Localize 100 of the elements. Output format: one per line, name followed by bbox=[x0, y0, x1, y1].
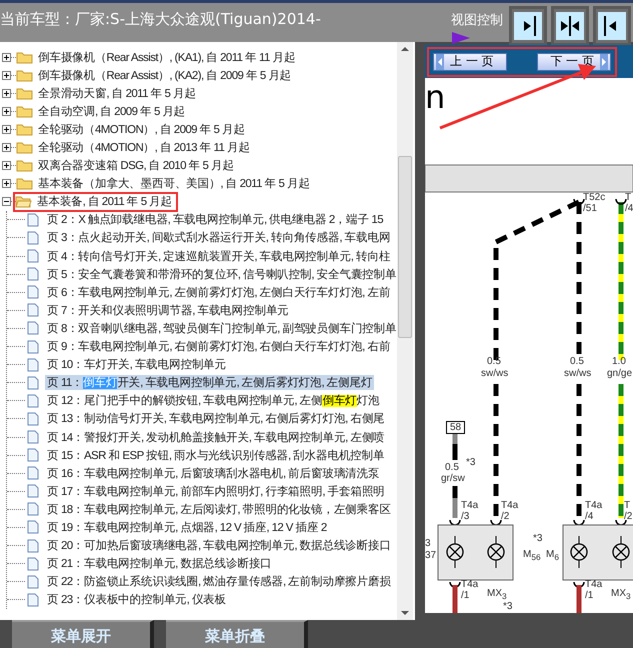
document-icon bbox=[27, 285, 39, 300]
diagram-label: sw/ws bbox=[564, 368, 592, 379]
diagram-label: T bbox=[624, 500, 630, 511]
connector-symbol bbox=[573, 198, 585, 205]
page-item[interactable]: 页 14：警报灯开关, 发动机舱盖接触开关, 车载电网控制单元, 左侧喷 bbox=[45, 430, 387, 445]
document-icon bbox=[27, 412, 39, 426]
diagram-label: T4a bbox=[585, 579, 602, 590]
connector-symbol bbox=[449, 582, 461, 588]
page-item[interactable]: 页 7：开关和仪表照明调节器, 车载电网控制单元 bbox=[45, 302, 291, 318]
diagram-label: T4a bbox=[461, 500, 478, 511]
diagram-label: /1 bbox=[461, 590, 470, 601]
page-item[interactable]: 页 22：防盗锁止系统识读线圈, 燃油存量传感器, 左前制动摩擦片磨损 bbox=[45, 574, 393, 590]
wire bbox=[576, 585, 582, 613]
expand-icon[interactable] bbox=[2, 143, 11, 152]
diagram-label: 1.0 bbox=[612, 356, 626, 367]
lamp-symbol bbox=[612, 536, 630, 568]
folder-label[interactable]: 基本装备（加拿大、墨西哥、美国）, 自 2011 年 5 月起 bbox=[38, 176, 310, 192]
expand-icon[interactable] bbox=[2, 161, 11, 170]
diagram-label: *3 bbox=[503, 601, 512, 612]
view-button[interactable] bbox=[551, 6, 589, 46]
open-folder-icon bbox=[15, 195, 32, 208]
folder-icon bbox=[16, 86, 33, 100]
expand-icon[interactable] bbox=[2, 70, 11, 80]
document-icon bbox=[27, 358, 39, 372]
expand-icon[interactable] bbox=[2, 52, 11, 62]
document-icon bbox=[27, 321, 39, 336]
diagram-label: MX$_{3}$ bbox=[611, 588, 631, 602]
folder-icon bbox=[16, 50, 33, 64]
folder-label[interactable]: 基本装备, 自 2011 年 5 月起 bbox=[37, 194, 172, 210]
page-item[interactable]: 页 5：安全气囊卷簧和带滑环的复位环, 信号喇叭控制, 安全气囊控制单 bbox=[45, 266, 397, 282]
page-item[interactable]: 页 15：ASR 和 ESP 按钮, 雨水与光线识别传感器, 刮水器电机控制单 bbox=[45, 448, 386, 463]
connector-symbol bbox=[573, 582, 585, 588]
page-item[interactable]: 页 13：制动信号灯开关, 车载电网控制单元, 右侧后雾灯灯泡, 右侧尾 bbox=[45, 411, 387, 426]
document-icon bbox=[27, 520, 39, 534]
document-icon bbox=[27, 592, 39, 607]
view-control-label: 视图控制 bbox=[451, 12, 503, 29]
diagram-label: M$_{56}$ bbox=[523, 549, 541, 563]
diagram-label: /51 bbox=[583, 203, 597, 214]
panels-split-icon bbox=[556, 12, 584, 40]
diagram-label: T4a bbox=[585, 500, 602, 511]
diagram-label: /3 bbox=[461, 511, 470, 522]
page-item[interactable]: 页 23：仪表板中的控制单元, 仪表板 bbox=[45, 592, 228, 608]
expand-icon[interactable] bbox=[2, 88, 11, 98]
folder-label[interactable]: 倒车摄像机（Rear Assist）, (KA1), 自 2011 年 11 月起 bbox=[38, 50, 296, 65]
page-item[interactable]: 页 18：车载电网控制单元, 左后阅读灯, 带照明的化妆镜，左侧乘客区 bbox=[45, 502, 393, 517]
diagram-label: /1 bbox=[585, 590, 594, 601]
page-item[interactable]: 页 4：转向信号灯开关, 定速巡航装置开关, 车载电网控制单元, 转向柱 bbox=[45, 248, 392, 264]
page-item[interactable]: 页 3：点火起动开关, 间歇式刮水器运行开关, 转向角传感器, 车载电网 bbox=[45, 230, 392, 246]
folder-label[interactable]: 全轮驱动（4MOTION）, 自 2009 年 5 月起 bbox=[38, 122, 245, 137]
page-item[interactable]: 页 20：可加热后窗玻璃继电器, 车载电网控制单元, 数据总线诊断接口 bbox=[45, 538, 393, 554]
document-icon bbox=[27, 574, 39, 589]
folder-label[interactable]: 全轮驱动（4MOTION）, 自 2013 年 11 月起 bbox=[38, 140, 250, 156]
folder-label[interactable]: 全自动空调, 自 2009 年 5 月起 bbox=[38, 104, 186, 119]
folder-icon bbox=[16, 141, 33, 154]
connector-symbol bbox=[615, 520, 627, 526]
view-button[interactable] bbox=[509, 6, 547, 46]
lamp-symbol bbox=[570, 536, 588, 568]
lamp-symbol bbox=[487, 536, 505, 568]
document-icon bbox=[27, 556, 39, 571]
page-heading: n bbox=[425, 78, 446, 116]
expand-icon[interactable] bbox=[2, 179, 11, 188]
collapse-icon[interactable] bbox=[2, 197, 11, 206]
folder-label[interactable]: 双离合器变速箱 DSG, 自 2010 年 5 月起 bbox=[38, 158, 234, 174]
expand-icon[interactable] bbox=[2, 106, 11, 116]
page-item[interactable]: 页 2：X 触点卸载继电器, 车载电网控制单元, 供电继电器 2，端子 15 bbox=[45, 212, 386, 228]
panel-right-icon bbox=[514, 12, 542, 40]
diagram-label: MX$_{3}$ bbox=[487, 588, 507, 602]
connector-symbol bbox=[615, 198, 627, 205]
page-item[interactable]: 页 19：车载电网控制单元, 点烟器, 12 V 插座, 12 V 插座 2 bbox=[45, 520, 329, 535]
diagram-label: *3 bbox=[533, 533, 542, 544]
page-item[interactable]: 页 8：双音喇叭继电器, 驾驶员侧车门控制单元, 副驾驶员侧车门控制单 bbox=[45, 320, 397, 336]
page-item[interactable]: 页 21：车载电网控制单元, 数据总线诊断接口 bbox=[45, 556, 274, 572]
expand-icon[interactable] bbox=[2, 124, 11, 134]
connector-symbol bbox=[490, 520, 502, 526]
diagram-label: /4 bbox=[625, 203, 633, 214]
diagram-label: sw/ws bbox=[481, 368, 508, 379]
document-icon bbox=[27, 303, 39, 318]
folder-label[interactable]: 倒车摄像机（Rear Assist）, (KA2), 自 2009 年 5 月起 bbox=[38, 68, 292, 83]
page-item[interactable]: 页 9：车载电网控制单元, 右侧前雾灯灯泡, 右侧白天行车灯灯泡, 右前 bbox=[45, 339, 392, 354]
scrollbar[interactable] bbox=[397, 42, 413, 620]
lamp-symbol bbox=[446, 536, 464, 568]
diagram-label: 0.5 bbox=[487, 356, 501, 367]
page-item[interactable]: 页 17：车载电网控制单元, 前部车内照明灯, 行李箱照明, 手套箱照明 bbox=[45, 484, 387, 499]
document-icon bbox=[27, 267, 39, 282]
connector-symbol bbox=[449, 520, 461, 526]
page-item[interactable]: 页 10：车灯开关, 车载电网控制单元 bbox=[45, 357, 228, 372]
previous-page-button[interactable]: 上 一 页 bbox=[433, 52, 507, 70]
folder-label[interactable]: 全景滑动天窗, 自 2011 年 5 月起 bbox=[38, 86, 196, 101]
page-item[interactable]: 页 6：车载电网控制单元, 左侧前雾灯灯泡, 左侧白天行车灯灯泡, 左前 bbox=[45, 284, 392, 300]
diagram-label: T bbox=[625, 192, 632, 203]
page-item[interactable]: 页 16：车载电网控制单元, 后窗玻璃刮水器电机, 前后窗玻璃清洗泵 bbox=[45, 466, 382, 481]
diagram-label: 0.5 bbox=[445, 462, 459, 473]
document-icon bbox=[27, 430, 39, 444]
view-button[interactable] bbox=[593, 6, 631, 46]
folder-icon bbox=[16, 104, 33, 118]
panel-left-icon bbox=[598, 12, 626, 40]
document-icon bbox=[27, 466, 39, 480]
connector-symbol bbox=[573, 520, 585, 526]
diagram-label: M$_{6}$ bbox=[546, 549, 559, 563]
scrollbar-thumb[interactable] bbox=[398, 156, 412, 338]
